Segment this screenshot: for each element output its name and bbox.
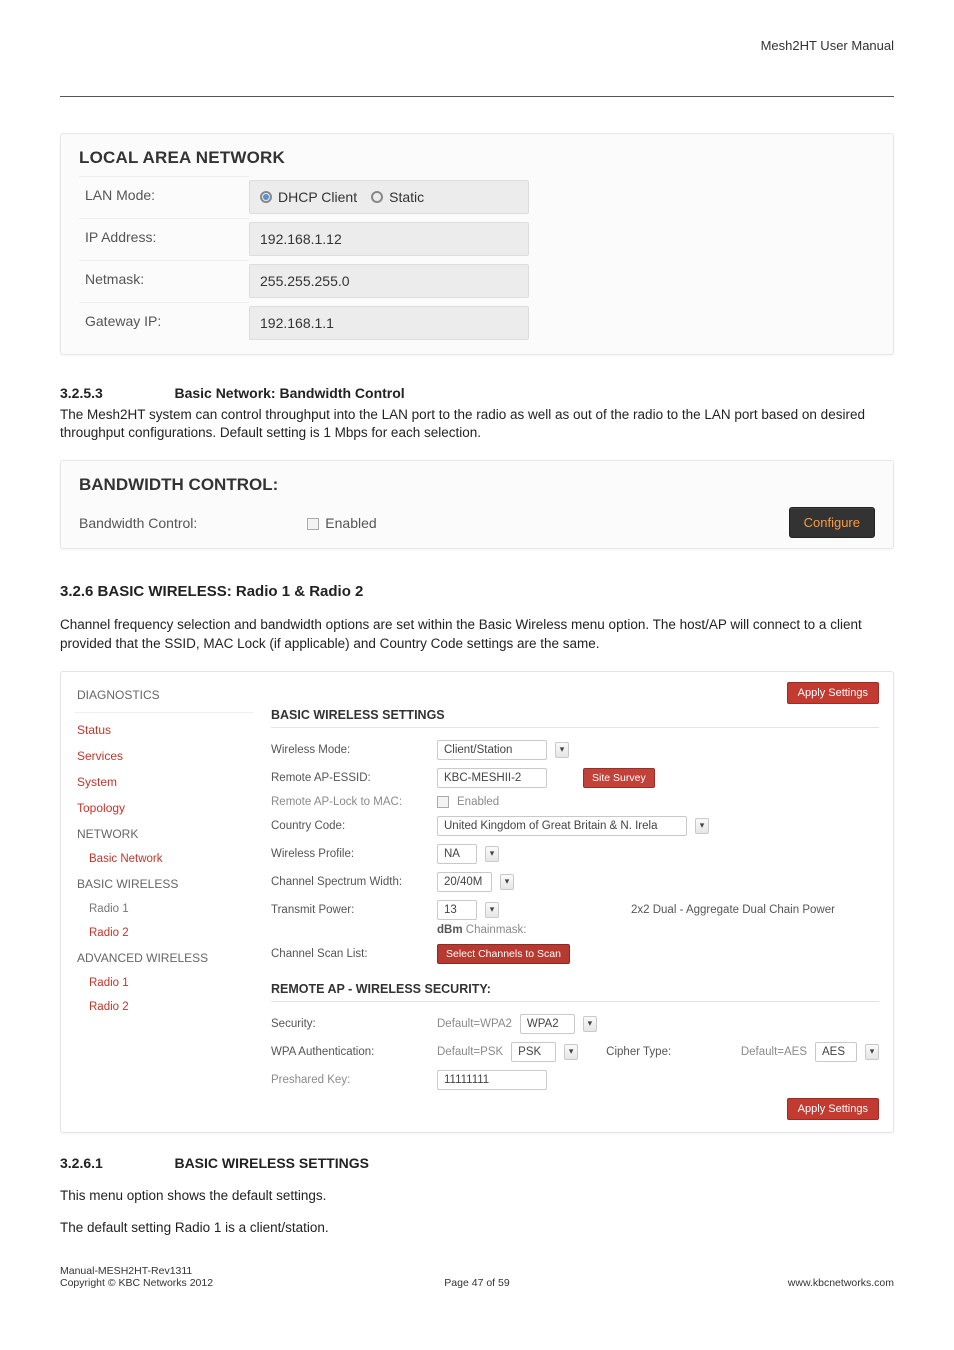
lan-mode-dhcp-text: DHCP Client — [278, 189, 357, 205]
header-rule — [60, 96, 894, 97]
sidebar-item-adv-radio1[interactable]: Radio 1 — [75, 971, 253, 995]
cipher-default: Default=AES — [741, 1046, 807, 1058]
chevron-down-icon[interactable]: ▾ — [555, 742, 569, 758]
wireless-settings-card: DIAGNOSTICS Status Services System Topol… — [60, 671, 894, 1133]
bandwidth-title: BANDWIDTH CONTROL: — [79, 475, 875, 495]
sidebar-item-status[interactable]: Status — [75, 717, 253, 743]
ip-value: 192.168.1.12 — [249, 222, 529, 256]
chevron-down-icon[interactable]: ▾ — [564, 1044, 578, 1060]
sidebar-diagnostics: DIAGNOSTICS — [75, 682, 253, 708]
section-3-2-5-3-text: The Mesh2HT system can control throughpu… — [60, 406, 894, 442]
section-title: BASIC WIRELESS SETTINGS — [174, 1155, 368, 1171]
spectrum-width-select[interactable]: 20/40M — [437, 872, 492, 892]
netmask-label: Netmask: — [79, 260, 249, 302]
ip-label: IP Address: — [79, 218, 249, 260]
wireless-profile-label: Wireless Profile: — [271, 848, 429, 860]
apply-settings-button-bottom[interactable]: Apply Settings — [787, 1098, 879, 1120]
footer-line2: Copyright © KBC Networks 2012 — [60, 1277, 213, 1289]
remote-essid-input[interactable]: KBC-MESHII-2 — [437, 768, 547, 788]
remote-lock-enabled-text: Enabled — [457, 796, 499, 808]
lan-mode-label: LAN Mode: — [79, 176, 249, 218]
psk-input[interactable]: 11111111 — [437, 1070, 547, 1090]
chevron-down-icon[interactable]: ▾ — [500, 874, 514, 890]
section-3-2-6-1-heading: 3.2.6.1 BASIC WIRELESS SETTINGS — [60, 1155, 894, 1173]
sidebar: DIAGNOSTICS Status Services System Topol… — [75, 682, 253, 1120]
footer-line1: Manual-MESH2HT-Rev1311 — [60, 1265, 213, 1277]
select-channels-button[interactable]: Select Channels to Scan — [437, 944, 570, 964]
psk-label: Preshared Key: — [271, 1074, 429, 1086]
bandwidth-enabled-checkbox[interactable] — [307, 518, 319, 530]
wpa-auth-select[interactable]: PSK — [511, 1042, 556, 1062]
sidebar-item-system[interactable]: System — [75, 769, 253, 795]
chainmask-label: Chainmask: — [466, 924, 527, 936]
sidebar-item-topology[interactable]: Topology — [75, 795, 253, 821]
lan-mode-static-radio[interactable]: Static — [371, 189, 424, 205]
section-number: 3.2.6.1 — [60, 1155, 170, 1171]
lan-title: LOCAL AREA NETWORK — [79, 148, 875, 168]
wpa-auth-label: WPA Authentication: — [271, 1046, 429, 1058]
lan-mode-dhcp-radio[interactable]: DHCP Client — [260, 189, 357, 205]
remote-lock-checkbox[interactable] — [437, 796, 449, 808]
netmask-value: 255.255.255.0 — [249, 264, 529, 298]
remote-essid-label: Remote AP-ESSID: — [271, 772, 429, 784]
tx-power-select[interactable]: 13 — [437, 900, 477, 920]
wireless-mode-select[interactable]: Client/Station — [437, 740, 547, 760]
lan-mode-value: DHCP Client Static — [249, 180, 529, 214]
country-code-label: Country Code: — [271, 820, 429, 832]
page-footer: Manual-MESH2HT-Rev1311 Copyright © KBC N… — [60, 1265, 894, 1295]
tx-power-label: Transmit Power: — [271, 904, 429, 916]
lan-card: LOCAL AREA NETWORK LAN Mode: DHCP Client… — [60, 133, 894, 355]
sidebar-item-services[interactable]: Services — [75, 743, 253, 769]
security-label: Security: — [271, 1018, 429, 1030]
sidebar-item-radio2[interactable]: Radio 2 — [75, 921, 253, 945]
bandwidth-enabled-wrap[interactable]: Enabled — [307, 515, 376, 531]
section-number: 3.2.5.3 — [60, 385, 170, 401]
section-3-2-6-text: Channel frequency selection and bandwidt… — [60, 616, 894, 652]
country-code-select[interactable]: United Kingdom of Great Britain & N. Ire… — [437, 816, 687, 836]
section-3-2-6-1-p1: This menu option shows the default setti… — [60, 1187, 894, 1205]
scan-list-label: Channel Scan List: — [271, 948, 429, 960]
chevron-down-icon[interactable]: ▾ — [583, 1016, 597, 1032]
doc-title: Mesh2HT User Manual — [761, 38, 894, 53]
chevron-down-icon[interactable]: ▾ — [485, 902, 499, 918]
tx-power-note: 2x2 Dual - Aggregate Dual Chain Power — [631, 904, 835, 916]
sidebar-item-basic-network[interactable]: Basic Network — [75, 847, 253, 871]
gateway-label: Gateway IP: — [79, 302, 249, 344]
section-3-2-6-1-p2: The default setting Radio 1 is a client/… — [60, 1219, 894, 1237]
cipher-type-label: Cipher Type: — [606, 1046, 671, 1058]
section-3-2-6-heading: 3.2.6 BASIC WIRELESS: Radio 1 & Radio 2 — [60, 583, 894, 600]
wpa-auth-default: Default=PSK — [437, 1046, 503, 1058]
dbm-label: dBm — [437, 924, 463, 936]
gateway-value: 192.168.1.1 — [249, 306, 529, 340]
panel-remote-ap-title: REMOTE AP - WIRELESS SECURITY: — [271, 982, 879, 1002]
section-3-2-5-3-heading: 3.2.5.3 Basic Network: Bandwidth Control — [60, 385, 894, 403]
security-select[interactable]: WPA2 — [520, 1014, 575, 1034]
section-title: Basic Network: Bandwidth Control — [174, 385, 404, 401]
sidebar-network: NETWORK — [75, 821, 253, 847]
chevron-down-icon[interactable]: ▾ — [485, 846, 499, 862]
spectrum-width-label: Channel Spectrum Width: — [271, 876, 429, 888]
footer-page: Page 47 of 59 — [444, 1277, 509, 1289]
site-survey-button[interactable]: Site Survey — [583, 768, 655, 788]
chevron-down-icon[interactable]: ▾ — [695, 818, 709, 834]
security-default: Default=WPA2 — [437, 1018, 512, 1030]
sidebar-item-adv-radio2[interactable]: Radio 2 — [75, 995, 253, 1019]
configure-button[interactable]: Configure — [789, 507, 875, 538]
wireless-mode-label: Wireless Mode: — [271, 744, 429, 756]
footer-url: www.kbcnetworks.com — [788, 1277, 894, 1289]
remote-lock-label: Remote AP-Lock to MAC: — [271, 796, 429, 808]
cipher-select[interactable]: AES — [815, 1042, 857, 1062]
sidebar-adv-wireless: ADVANCED WIRELESS — [75, 945, 253, 971]
apply-settings-button-top[interactable]: Apply Settings — [787, 682, 879, 704]
bandwidth-row-label: Bandwidth Control: — [79, 515, 197, 531]
panel-basic-wireless-title: BASIC WIRELESS SETTINGS — [271, 708, 879, 728]
lan-mode-static-text: Static — [389, 189, 424, 205]
bandwidth-card: BANDWIDTH CONTROL: Bandwidth Control: En… — [60, 460, 894, 549]
bandwidth-enabled-text: Enabled — [325, 515, 376, 531]
sidebar-item-radio1[interactable]: Radio 1 — [75, 897, 253, 921]
chevron-down-icon[interactable]: ▾ — [865, 1044, 879, 1060]
sidebar-basic-wireless: BASIC WIRELESS — [75, 871, 253, 897]
wireless-profile-select[interactable]: NA — [437, 844, 477, 864]
